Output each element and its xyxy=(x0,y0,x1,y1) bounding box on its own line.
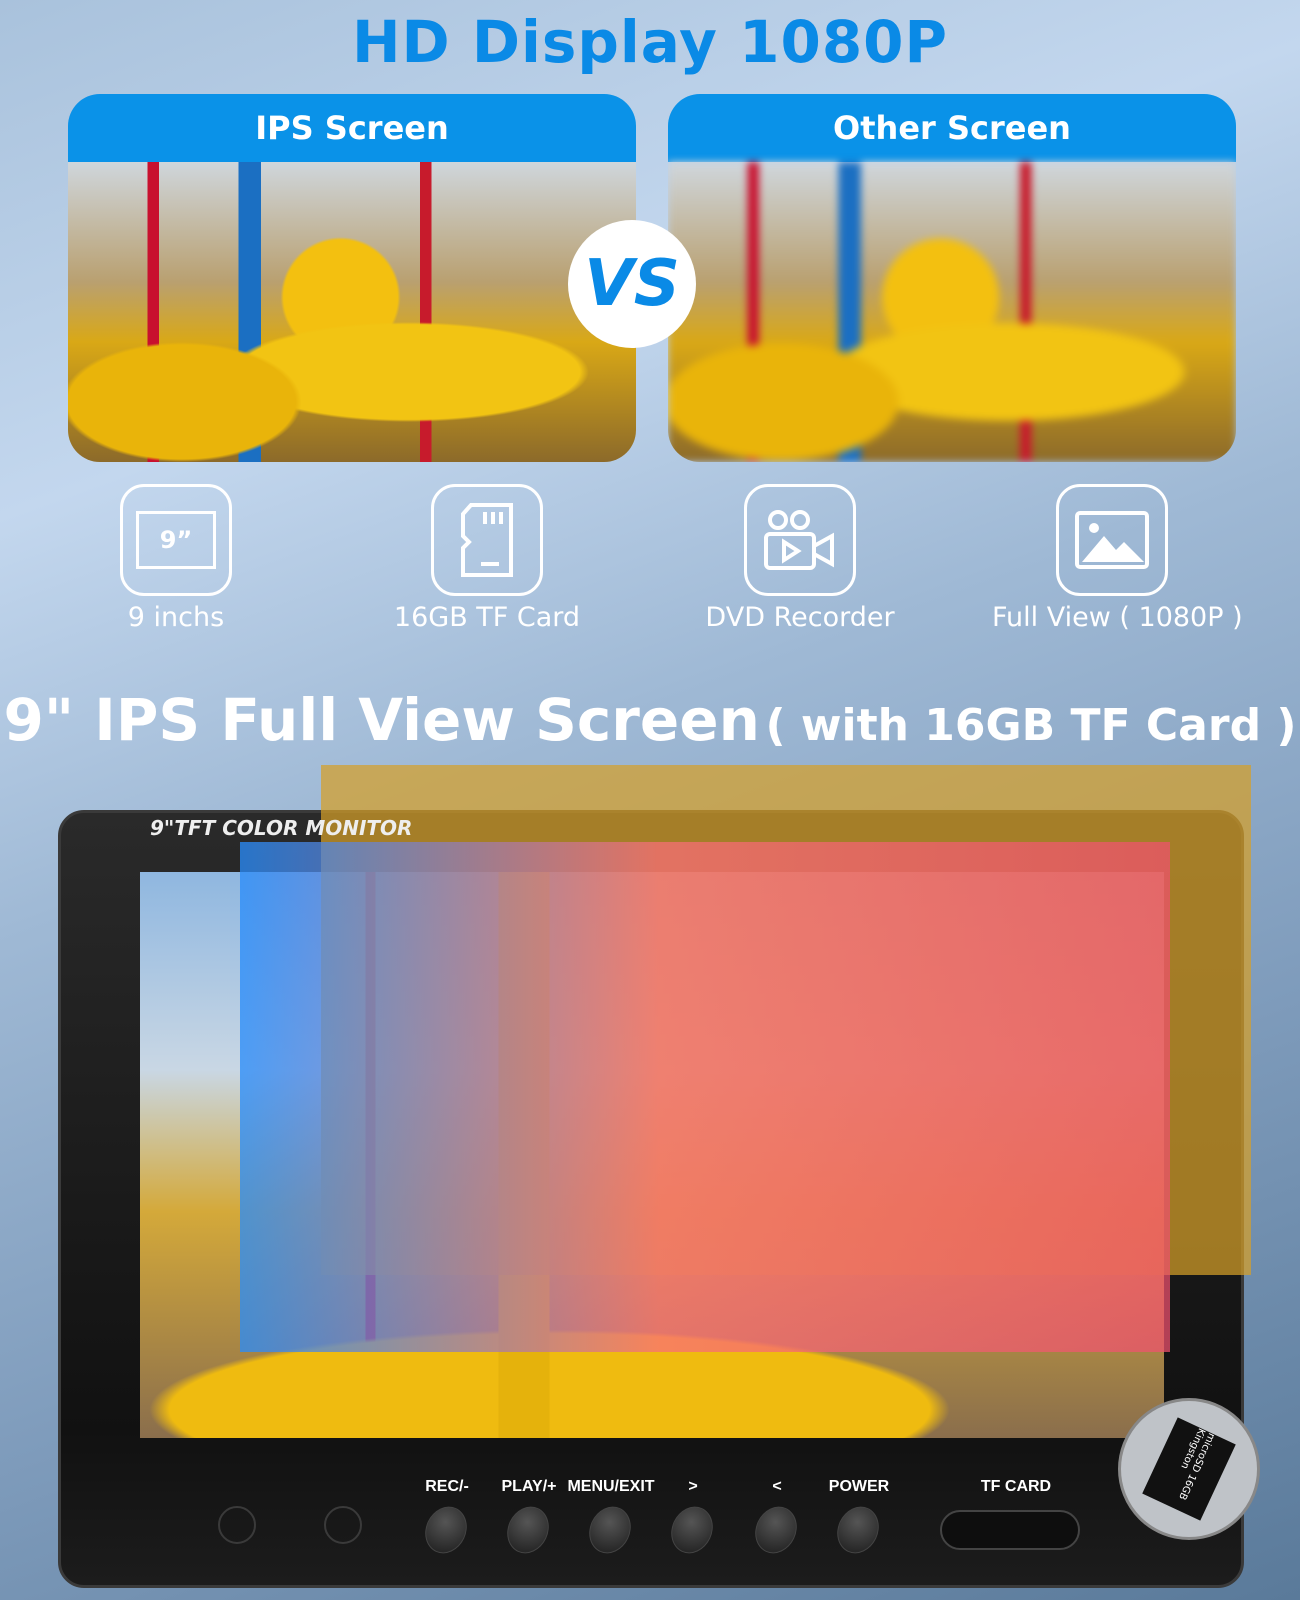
feature-screen-size: 9” 9 inchs xyxy=(56,484,296,633)
button-label: POWER xyxy=(828,1478,890,1495)
page-title: HD Display 1080P xyxy=(351,8,949,76)
button-label: < xyxy=(772,1478,782,1495)
feature-dvd-recorder: DVD Recorder xyxy=(680,484,920,633)
tf-card-label: TF CARD xyxy=(980,1478,1052,1495)
speaker-icon xyxy=(324,1506,362,1544)
button-label: REC/- xyxy=(425,1478,469,1495)
image-icon xyxy=(1056,484,1168,596)
ips-screen-photo xyxy=(68,162,636,462)
button-label: PLAY/+ xyxy=(501,1478,557,1495)
other-screen-label: Other Screen xyxy=(668,94,1236,162)
video-camera-icon xyxy=(744,484,856,596)
other-screen-panel: Other Screen xyxy=(668,94,1236,462)
screen-size-icon: 9” xyxy=(120,484,232,596)
subtitle-main: 9" IPS Full View Screen xyxy=(3,686,760,754)
monitor-brand: 9"TFT COLOR MONITOR xyxy=(150,816,413,840)
sd-card-icon xyxy=(431,484,543,596)
screen-size-icon-text: 9” xyxy=(136,511,216,569)
tf-card-slot[interactable] xyxy=(940,1510,1080,1550)
sd-card-closeup: microSD 16GB Kingston xyxy=(1118,1398,1260,1540)
feature-full-view: Full View ( 1080P ) xyxy=(992,484,1243,633)
ips-screen-label: IPS Screen xyxy=(68,94,636,162)
subtitle-detail: ( with 16GB TF Card ) xyxy=(765,700,1297,751)
subtitle: 9" IPS Full View Screen ( with 16GB TF C… xyxy=(0,686,1300,754)
feature-label: DVD Recorder xyxy=(705,602,895,633)
ips-screen-panel: IPS Screen xyxy=(68,94,636,462)
button-label: MENU/EXIT xyxy=(567,1478,655,1495)
other-screen-photo xyxy=(668,162,1236,462)
feature-label: 9 inchs xyxy=(127,602,225,633)
overlay-gradient xyxy=(240,842,1170,1352)
feature-label: Full View ( 1080P ) xyxy=(992,602,1243,633)
speaker-icon xyxy=(218,1506,256,1544)
button-label: > xyxy=(688,1478,698,1495)
sd-card-icon: microSD 16GB Kingston xyxy=(1142,1417,1236,1521)
vs-badge: VS xyxy=(568,220,696,348)
feature-tf-card: 16GB TF Card xyxy=(367,484,607,633)
feature-label: 16GB TF Card xyxy=(393,602,581,633)
